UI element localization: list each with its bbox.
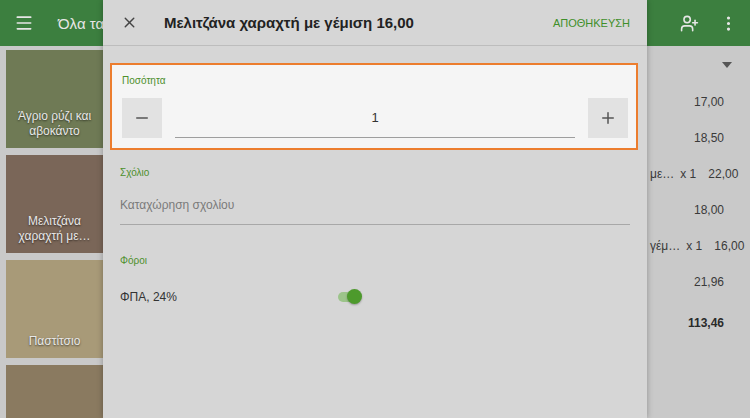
order-row[interactable]: 17,00 — [650, 84, 724, 120]
comment-section: Σχόλιο Καταχώρηση σχολίου — [103, 167, 647, 225]
quantity-label: Ποσότητα — [122, 75, 628, 86]
order-item-price: 17,00 — [694, 95, 724, 109]
app-bar-actions — [680, 14, 738, 33]
order-item-quantity: x 1 — [686, 239, 702, 253]
switch-thumb — [347, 289, 362, 304]
product-name: Παστίτσιο — [29, 334, 81, 350]
comment-input[interactable]: Καταχώρηση σχολίου — [120, 198, 630, 225]
order-total: 113,46 — [650, 316, 724, 330]
order-dropdown[interactable] — [650, 46, 732, 84]
dropdown-arrow-icon[interactable] — [722, 62, 732, 68]
product-list: Άγριο ρύζι και αβοκάντο Μελιτζάνα χαραχτή… — [0, 46, 103, 418]
menu-icon[interactable] — [14, 13, 34, 33]
order-item-quantity: x 1 — [680, 167, 696, 181]
tax-switch[interactable] — [338, 292, 360, 302]
order-row[interactable]: γέμ…x 116,00 — [650, 228, 724, 264]
product-tile[interactable]: Άγριο ρύζι και αβοκάντο — [6, 50, 103, 148]
comment-label: Σχόλιο — [120, 167, 630, 178]
product-tile[interactable] — [6, 365, 103, 418]
quantity-stepper: 1 — [122, 98, 628, 138]
tax-name: ΦΠΑ, 24% — [120, 290, 177, 304]
taxes-label: Φόροι — [120, 255, 630, 266]
minus-icon[interactable] — [133, 109, 151, 127]
order-row[interactable]: 21,96 — [650, 264, 724, 300]
order-item-price: 18,00 — [694, 203, 724, 217]
order-item-price: 16,00 — [714, 239, 744, 253]
order-item-price: 21,96 — [694, 275, 724, 289]
edit-item-dialog: Μελιτζάνα χαραχτή με γέμιση 16,00ΑΠΟΘΗΚΕ… — [103, 0, 647, 418]
dialog-header: Μελιτζάνα χαραχτή με γέμιση 16,00ΑΠΟΘΗΚΕ… — [103, 0, 647, 46]
quantity-input[interactable]: 1 — [175, 98, 575, 138]
screen: Όλα ταΆγριο ρύζι και αβοκάντοΜελιτζάνα χ… — [0, 0, 750, 418]
close-button[interactable] — [121, 14, 138, 31]
taxes-section: Φόροι ΦΠΑ, 24% — [103, 255, 647, 304]
more-icon[interactable] — [719, 14, 738, 33]
order-item-name: με… — [650, 167, 674, 181]
quantity-section: Ποσότητα 1 — [110, 63, 638, 150]
order-row[interactable]: με…x 122,00 — [650, 156, 724, 192]
dialog-title: Μελιτζάνα χαραχτή με γέμιση 16,00 — [164, 14, 553, 31]
plus-icon[interactable] — [599, 109, 617, 127]
order-row[interactable]: 18,50 — [650, 120, 724, 156]
increase-button[interactable] — [588, 98, 628, 138]
close-icon[interactable] — [121, 14, 138, 31]
order-panel: 17,00 18,50 με… x 1 22,00 18,00 γέμ… x 1 16,00 21… — [647, 46, 750, 418]
product-name: Μελιτζάνα χαραχτή με… — [10, 214, 99, 245]
tax-row: ΦΠΑ, 24% — [120, 290, 360, 304]
product-tile[interactable]: Μελιτζάνα χαραχτή με… — [6, 155, 103, 253]
order-item-name: γέμ… — [650, 239, 680, 253]
decrease-button[interactable] — [122, 98, 162, 138]
order-row[interactable]: 18,00 — [650, 192, 724, 228]
add-person-icon[interactable] — [680, 14, 699, 33]
order-item-price: 22,00 — [708, 167, 738, 181]
product-name: Άγριο ρύζι και αβοκάντο — [10, 109, 99, 140]
product-tile[interactable]: Παστίτσιο — [6, 260, 103, 358]
save-button[interactable]: ΑΠΟΘΗΚΕΥΣΗ — [553, 17, 630, 29]
order-item-price: 18,50 — [694, 131, 724, 145]
